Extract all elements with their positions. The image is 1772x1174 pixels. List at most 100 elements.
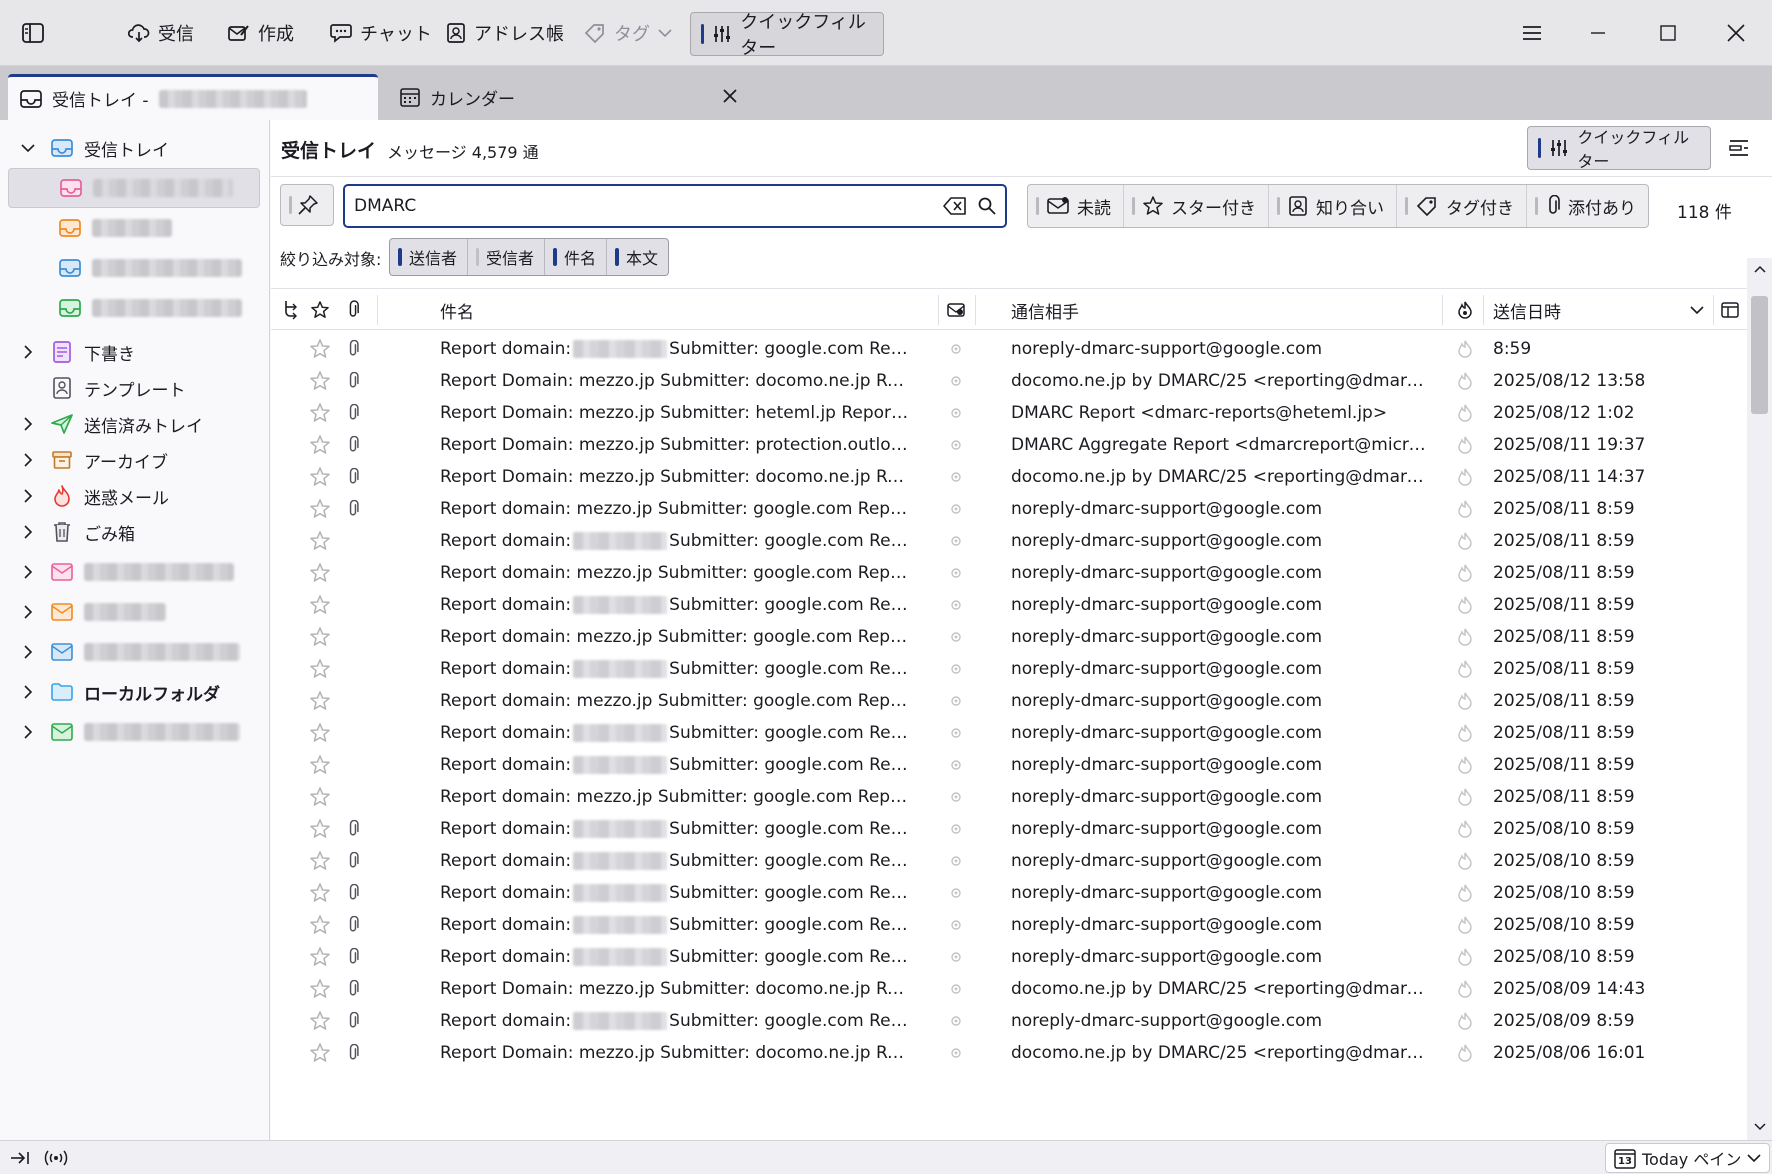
chevron-right-icon[interactable] [18,489,38,503]
chevron-right-icon[interactable] [18,453,38,467]
read-status-icon[interactable] [1455,523,1475,559]
display-options-button[interactable] [1723,132,1755,164]
folder-inbox[interactable]: 受信トレイ [0,128,270,168]
local-folders[interactable]: ローカルフォルダ [0,672,270,712]
message-row[interactable]: Report domain:Submitter: google.com Repo… [271,747,1747,783]
star-icon[interactable] [308,523,332,559]
junk-status-icon[interactable] [949,331,963,367]
filter-target-subject[interactable]: 件名 [545,239,608,275]
message-row[interactable]: Report Domain: mezzo.jp Submitter: hetem… [271,395,1747,431]
message-row[interactable]: Report Domain: mezzo.jp Submitter: prote… [271,427,1747,463]
tab-inbox[interactable]: 受信トレイ - [8,74,378,120]
junk-status-icon[interactable] [949,843,963,879]
junk-status-icon[interactable] [949,427,963,463]
filter-starred-button[interactable]: スター付き [1124,185,1269,227]
chevron-right-icon[interactable] [18,605,38,619]
message-row[interactable]: Report domain:Submitter: google.com Repo… [271,875,1747,911]
chevron-right-icon[interactable] [18,725,38,739]
read-status-icon[interactable] [1455,331,1475,367]
account-inbox-4[interactable] [0,288,270,328]
chevron-right-icon[interactable] [18,345,38,359]
star-icon[interactable] [308,331,332,367]
scrollbar-thumb[interactable] [1751,296,1768,414]
read-status-icon[interactable] [1455,363,1475,399]
message-row[interactable]: Report domain:Submitter: google.com Repo… [271,1003,1747,1039]
read-status-icon[interactable] [1455,555,1475,591]
junk-status-icon[interactable] [949,811,963,847]
folder-archive[interactable]: アーカイブ [0,440,270,480]
correspondent-column-header[interactable]: 通信相手 [1011,289,1079,331]
account-4[interactable] [0,712,270,752]
message-row[interactable]: Report domain: mezzo.jp Submitter: googl… [271,779,1747,815]
junk-status-icon[interactable] [949,395,963,431]
message-row[interactable]: Report domain: mezzo.jp Submitter: googl… [271,491,1747,527]
chevron-right-icon[interactable] [18,685,38,699]
star-icon[interactable] [308,811,332,847]
folder-pane-toggle-button[interactable] [12,14,54,52]
message-row[interactable]: Report domain:Submitter: google.com Repo… [271,715,1747,751]
junk-status-icon[interactable] [949,651,963,687]
junk-status-icon[interactable] [949,523,963,559]
address-book-button[interactable]: アドレス帳 [436,14,574,52]
folder-templates[interactable]: テンプレート [0,368,270,408]
junk-status-icon[interactable] [949,555,963,591]
read-status-icon[interactable] [1455,459,1475,495]
junk-status-icon[interactable] [949,779,963,815]
junk-status-icon[interactable] [949,939,963,975]
read-status-icon[interactable] [1455,651,1475,687]
clear-search-icon[interactable] [941,197,969,215]
get-messages-button[interactable]: 受信 [118,14,204,52]
close-tab-button[interactable] [722,88,738,104]
account-2[interactable] [0,592,270,632]
write-button[interactable]: 作成 [218,14,304,52]
message-row[interactable]: Report domain:Submitter: google.com Repo… [271,587,1747,623]
column-picker-button[interactable] [1719,289,1741,331]
app-menu-button[interactable] [1512,14,1552,52]
star-icon[interactable] [308,619,332,655]
star-icon[interactable] [308,747,332,783]
message-row[interactable]: Report domain:Submitter: google.com Repo… [271,811,1747,847]
maximize-button[interactable] [1648,14,1688,52]
junk-status-icon[interactable] [949,715,963,751]
date-column-header[interactable]: 送信日時 [1493,289,1561,331]
message-row[interactable]: Report domain:Submitter: google.com Repo… [271,331,1747,367]
sort-descending-icon[interactable] [1689,289,1705,331]
message-row[interactable]: Report domain: mezzo.jp Submitter: googl… [271,683,1747,719]
message-row[interactable]: Report domain:Submitter: google.com Repo… [271,939,1747,975]
junk-status-icon[interactable] [949,907,963,943]
scroll-up-arrow-icon[interactable] [1753,262,1767,276]
star-icon[interactable] [308,939,332,975]
star-icon[interactable] [308,427,332,463]
message-row[interactable]: Report Domain: mezzo.jp Submitter: docom… [271,363,1747,399]
folder-sent[interactable]: 送信済みトレイ [0,404,270,444]
star-icon[interactable] [308,875,332,911]
message-list-scrollbar[interactable] [1747,258,1772,1140]
folder-drafts[interactable]: 下書き [0,332,270,372]
chat-button[interactable]: チャット [320,14,442,52]
star-icon[interactable] [308,651,332,687]
read-status-icon[interactable] [1455,683,1475,719]
tab-calendar[interactable]: カレンダー [388,74,748,120]
collapse-spaces-button[interactable] [10,1141,30,1174]
star-icon[interactable] [308,587,332,623]
account-1[interactable] [0,552,270,592]
junk-status-icon[interactable] [949,619,963,655]
junk-status-icon[interactable] [949,1003,963,1039]
read-status-column-header[interactable] [1455,289,1475,331]
thread-column-header[interactable] [279,289,303,331]
junk-status-icon[interactable] [949,971,963,1007]
junk-status-icon[interactable] [949,587,963,623]
junk-status-icon[interactable] [949,1035,963,1071]
filter-contacts-button[interactable]: 知り合い [1269,185,1397,227]
junk-status-icon[interactable] [949,491,963,527]
message-row[interactable]: Report domain:Submitter: google.com Repo… [271,523,1747,559]
read-status-icon[interactable] [1455,971,1475,1007]
folder-trash[interactable]: ごみ箱 [0,512,270,552]
scroll-down-arrow-icon[interactable] [1753,1120,1767,1134]
account-inbox-3[interactable] [0,248,270,288]
star-icon[interactable] [308,395,332,431]
attachment-column-header[interactable] [343,289,363,331]
message-row[interactable]: Report Domain: mezzo.jp Submitter: docom… [271,971,1747,1007]
read-status-icon[interactable] [1455,907,1475,943]
read-status-icon[interactable] [1455,811,1475,847]
